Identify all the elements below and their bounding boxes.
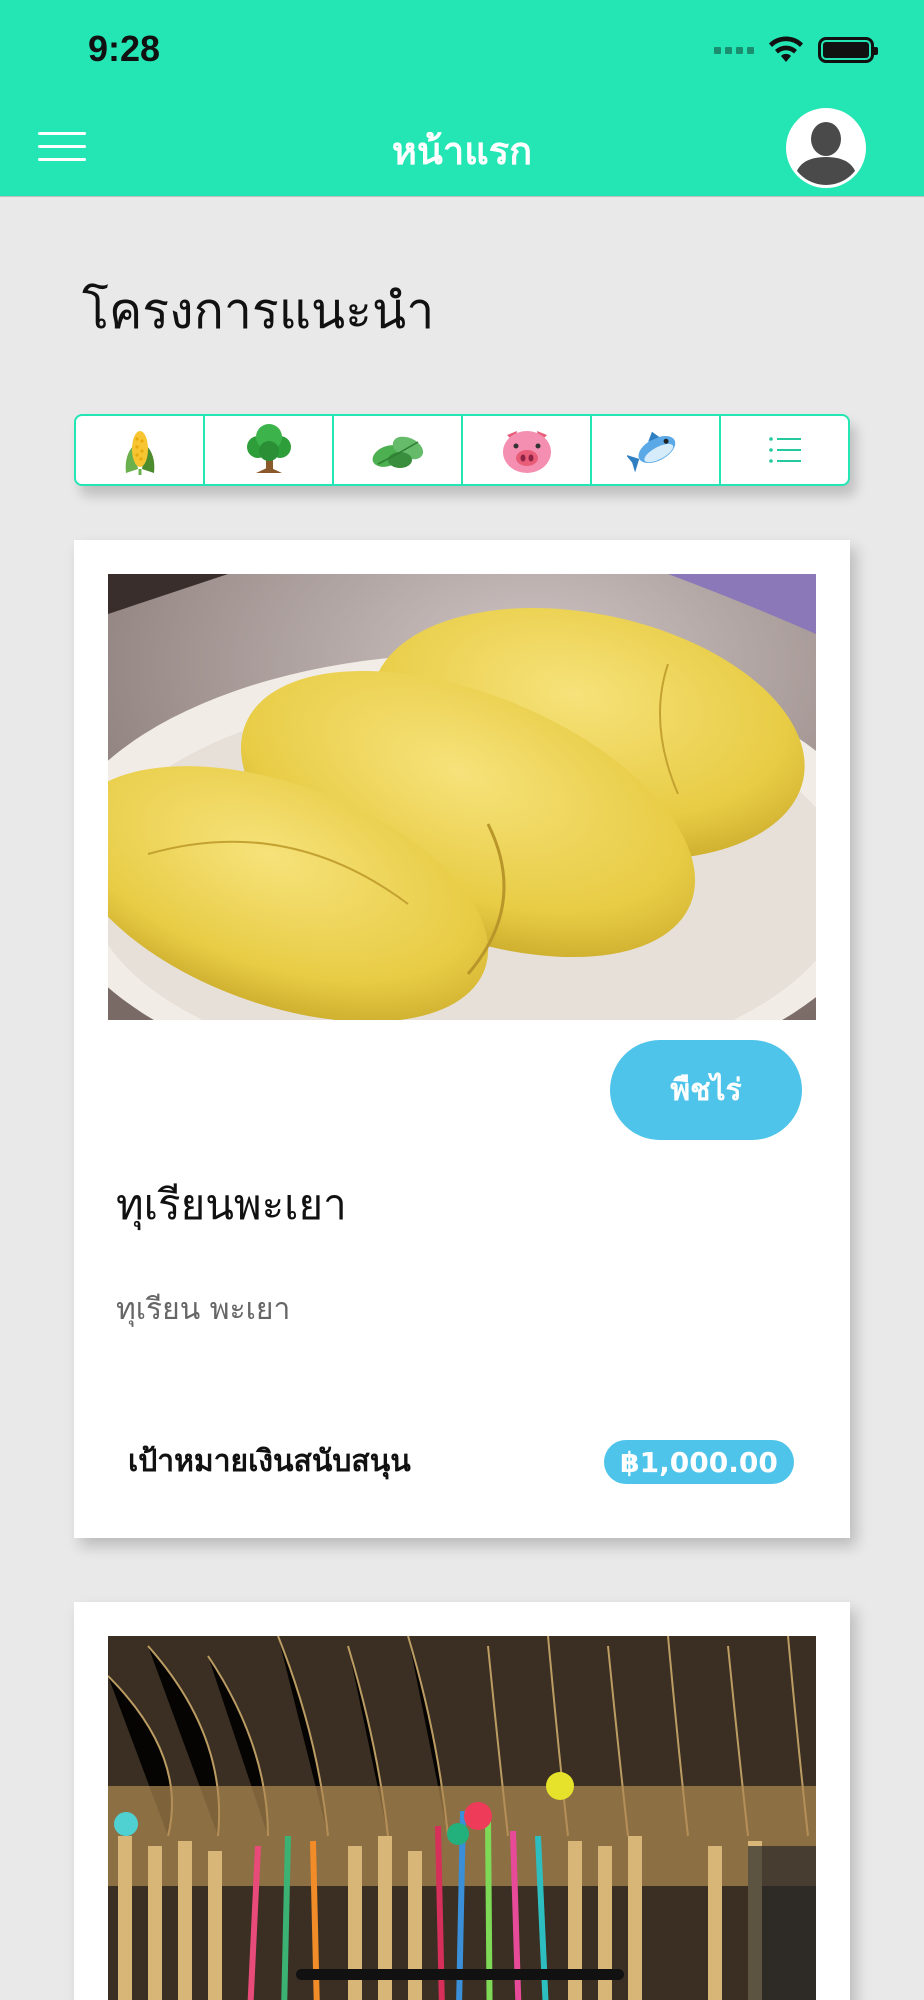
project-card[interactable] <box>74 1602 850 2000</box>
category-bar <box>74 414 850 486</box>
corn-icon <box>125 431 154 475</box>
project-card[interactable]: พืชไร่ ทุเรียนพะเยา ทุเรียน พะเยา เป้าหม… <box>74 540 850 1538</box>
fish-icon <box>626 431 675 473</box>
app-header: 9:28 หน้าแรก <box>0 0 924 197</box>
home-indicator <box>296 1969 624 1980</box>
funding-goal-label: เป้าหมายเงินสนับสนุน <box>128 1444 411 1479</box>
brooms-photo <box>108 1636 816 2000</box>
herb-leaf-icon <box>372 436 423 468</box>
list-icon <box>768 437 801 463</box>
pig-icon <box>502 431 551 473</box>
durian-photo <box>108 574 816 1020</box>
funding-goal-amount: ฿1,000.00 <box>604 1440 794 1484</box>
signal-icon <box>714 46 754 54</box>
project-title: ทุเรียนพะเยา <box>116 1180 347 1229</box>
category-fish[interactable] <box>592 416 721 484</box>
category-badge[interactable]: พืชไร่ <box>610 1040 802 1140</box>
category-herb[interactable] <box>334 416 463 484</box>
battery-icon <box>818 37 878 63</box>
category-corn[interactable] <box>76 416 205 484</box>
user-avatar-icon[interactable] <box>786 108 866 188</box>
wifi-icon <box>769 36 803 62</box>
status-time: 9:28 <box>88 28 161 69</box>
project-description: ทุเรียน พะเยา <box>116 1292 291 1327</box>
tree-icon <box>246 424 291 473</box>
section-title: โครงการแนะนำ <box>82 282 435 340</box>
category-tree[interactable] <box>205 416 334 484</box>
category-list[interactable] <box>721 416 848 484</box>
category-pig[interactable] <box>463 416 592 484</box>
status-icons <box>714 32 878 68</box>
